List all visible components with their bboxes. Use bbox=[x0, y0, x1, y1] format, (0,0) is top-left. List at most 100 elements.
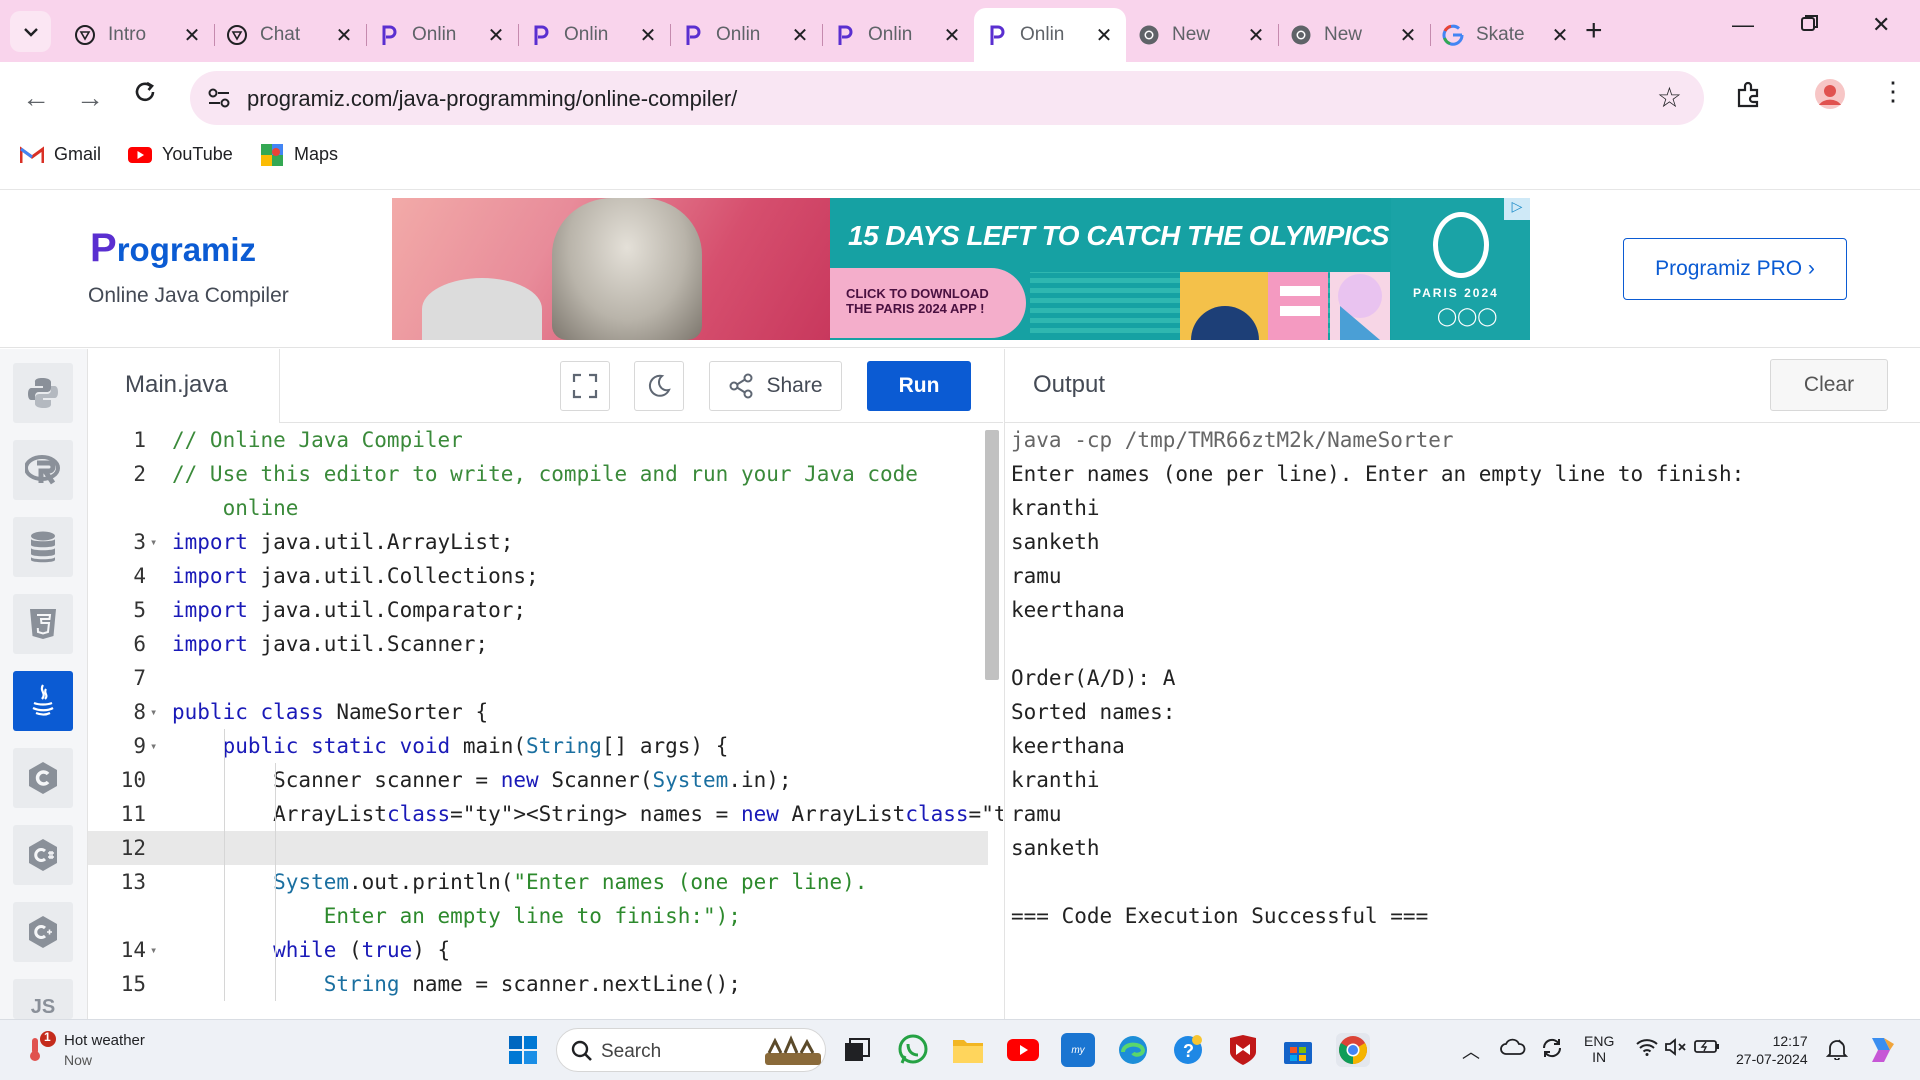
code-line[interactable]: 7 bbox=[88, 661, 988, 695]
site-info-icon[interactable] bbox=[206, 85, 232, 111]
bookmark-gmail[interactable]: Gmail bbox=[20, 144, 101, 165]
close-tab-icon[interactable]: ✕ bbox=[1246, 23, 1266, 48]
wifi-icon[interactable] bbox=[1636, 1038, 1658, 1059]
close-tab-icon[interactable]: ✕ bbox=[638, 23, 658, 48]
notifications-icon[interactable] bbox=[1825, 1038, 1849, 1063]
advertisement-banner[interactable]: 15 DAYS LEFT TO CATCH THE OLYMPICS CLICK… bbox=[392, 198, 1530, 340]
browser-tab[interactable]: Onlin ✕ bbox=[518, 12, 671, 58]
code-editor[interactable]: 1 // Online Java Compiler 2 // Use this edi… bbox=[88, 423, 1003, 1019]
input-language-indicator[interactable]: ENG IN bbox=[1584, 1033, 1614, 1065]
profile-avatar[interactable] bbox=[1814, 78, 1846, 115]
taskbar-search[interactable]: Search bbox=[556, 1028, 826, 1072]
clear-button[interactable]: Clear bbox=[1770, 359, 1888, 411]
browser-tab[interactable]: Intro ✕ bbox=[62, 12, 215, 58]
code-line[interactable]: 6 import java.util.Scanner; bbox=[88, 627, 988, 661]
code-line[interactable]: 13 System.out.println("Enter names (one … bbox=[88, 865, 988, 899]
battery-icon[interactable] bbox=[1694, 1038, 1720, 1057]
csharp-language-button[interactable] bbox=[13, 825, 73, 885]
fullscreen-button[interactable] bbox=[560, 361, 610, 411]
fold-toggle-icon[interactable]: ▾ bbox=[150, 933, 157, 967]
browser-tab[interactable]: Chat ✕ bbox=[214, 12, 367, 58]
youtube-app-icon[interactable] bbox=[1006, 1033, 1040, 1067]
python-language-button[interactable] bbox=[13, 363, 73, 423]
code-line[interactable]: 12 bbox=[88, 831, 988, 865]
file-tab[interactable]: Main.java bbox=[88, 349, 280, 423]
minimize-button[interactable]: — bbox=[1732, 12, 1754, 38]
volume-muted-icon[interactable] bbox=[1664, 1038, 1688, 1059]
chrome-taskbar-icon[interactable] bbox=[1336, 1033, 1370, 1067]
c-language-button[interactable] bbox=[13, 748, 73, 808]
copilot-icon[interactable] bbox=[1866, 1034, 1896, 1067]
close-tab-icon[interactable]: ✕ bbox=[1398, 23, 1418, 48]
restore-button[interactable] bbox=[1801, 12, 1819, 38]
browser-tab[interactable]: Onlin ✕ bbox=[670, 12, 823, 58]
browser-tab[interactable]: Onlin ✕ bbox=[366, 12, 519, 58]
run-button[interactable]: Run bbox=[867, 361, 971, 411]
edge-icon[interactable] bbox=[1116, 1033, 1150, 1067]
task-view-icon[interactable] bbox=[840, 1033, 874, 1067]
code-line[interactable]: Enter an empty line to finish:"); bbox=[88, 899, 988, 933]
get-help-icon[interactable]: ? bbox=[1171, 1033, 1205, 1067]
code-line[interactable]: 8 ▾ public class NameSorter { bbox=[88, 695, 988, 729]
javascript-language-button[interactable]: JS bbox=[13, 979, 73, 1019]
close-tab-icon[interactable]: ✕ bbox=[182, 23, 202, 48]
browser-tab[interactable]: Skate ✕ bbox=[1430, 12, 1582, 58]
cpp-language-button[interactable] bbox=[13, 902, 73, 962]
myjio-icon[interactable]: my bbox=[1061, 1033, 1095, 1067]
bookmark-star-icon[interactable]: ☆ bbox=[1657, 81, 1682, 114]
code-line[interactable]: 2 // Use this editor to write, compile an… bbox=[88, 457, 988, 491]
r-language-button[interactable] bbox=[13, 440, 73, 500]
weather-widget[interactable]: 1 Hot weather Now bbox=[26, 1030, 145, 1069]
code-line[interactable]: online bbox=[88, 491, 988, 525]
browser-tab[interactable]: Onlin ✕ bbox=[822, 12, 975, 58]
programiz-logo[interactable]: Programiz bbox=[90, 226, 256, 271]
code-line[interactable]: 4 import java.util.Collections; bbox=[88, 559, 988, 593]
extensions-icon[interactable] bbox=[1735, 80, 1763, 113]
code-line[interactable]: 14 ▾ while (true) { bbox=[88, 933, 988, 967]
browser-menu-icon[interactable]: ⋮ bbox=[1880, 76, 1906, 107]
onedrive-icon[interactable] bbox=[1500, 1038, 1526, 1059]
code-line[interactable]: 9 ▾ public static void main(String[] args… bbox=[88, 729, 988, 763]
share-button[interactable]: Share bbox=[709, 361, 842, 411]
file-explorer-icon[interactable] bbox=[951, 1033, 985, 1067]
show-hidden-icons-chevron[interactable]: ︿ bbox=[1462, 1038, 1480, 1064]
close-tab-icon[interactable]: ✕ bbox=[942, 23, 962, 48]
back-button[interactable]: ← bbox=[22, 82, 50, 114]
java-language-button[interactable] bbox=[13, 671, 73, 731]
close-tab-icon[interactable]: ✕ bbox=[1550, 23, 1570, 48]
close-window-button[interactable]: ✕ bbox=[1872, 12, 1890, 38]
mcafee-icon[interactable] bbox=[1226, 1033, 1260, 1067]
whatsapp-icon[interactable] bbox=[896, 1033, 930, 1067]
dark-mode-button[interactable] bbox=[634, 361, 684, 411]
code-line[interactable]: 5 import java.util.Comparator; bbox=[88, 593, 988, 627]
ad-download-cta[interactable]: CLICK TO DOWNLOAD THE PARIS 2024 APP ! bbox=[830, 268, 1026, 338]
sync-icon[interactable] bbox=[1540, 1036, 1564, 1063]
browser-tab[interactable]: Onlin ✕ bbox=[974, 8, 1126, 62]
close-tab-icon[interactable]: ✕ bbox=[1094, 23, 1114, 48]
start-button[interactable] bbox=[506, 1033, 540, 1067]
code-line[interactable]: 3 ▾ import java.util.ArrayList; bbox=[88, 525, 988, 559]
code-line[interactable]: 1 // Online Java Compiler bbox=[88, 423, 988, 457]
html-language-button[interactable] bbox=[13, 594, 73, 654]
bookmark-maps[interactable]: Maps bbox=[260, 143, 338, 166]
close-tab-icon[interactable]: ✕ bbox=[790, 23, 810, 48]
fold-toggle-icon[interactable]: ▾ bbox=[150, 695, 157, 729]
output-console[interactable]: java -cp /tmp/TMR66ztM2k/NameSorter Enter… bbox=[1004, 423, 1920, 1019]
microsoft-store-icon[interactable] bbox=[1281, 1033, 1315, 1067]
fold-toggle-icon[interactable]: ▾ bbox=[150, 525, 157, 559]
tab-search-button[interactable] bbox=[10, 11, 51, 52]
fold-toggle-icon[interactable]: ▾ bbox=[150, 729, 157, 763]
new-tab-button[interactable]: + bbox=[1585, 14, 1603, 48]
address-bar[interactable]: programiz.com/java-programming/online-co… bbox=[190, 71, 1704, 125]
system-clock[interactable]: 12:17 27-07-2024 bbox=[1736, 1032, 1808, 1068]
bookmark-youtube[interactable]: YouTube bbox=[128, 144, 233, 165]
reload-button[interactable] bbox=[133, 79, 157, 111]
code-line[interactable]: 15 String name = scanner.nextLine(); bbox=[88, 967, 988, 1001]
code-line[interactable]: 11 ArrayListclass="ty"><String> names = … bbox=[88, 797, 1003, 831]
url-text[interactable]: programiz.com/java-programming/online-co… bbox=[247, 86, 737, 112]
close-tab-icon[interactable]: ✕ bbox=[486, 23, 506, 48]
close-tab-icon[interactable]: ✕ bbox=[334, 23, 354, 48]
browser-tab[interactable]: New ✕ bbox=[1278, 12, 1431, 58]
programiz-pro-button[interactable]: Programiz PRO › bbox=[1623, 238, 1847, 300]
browser-tab[interactable]: New ✕ bbox=[1126, 12, 1279, 58]
